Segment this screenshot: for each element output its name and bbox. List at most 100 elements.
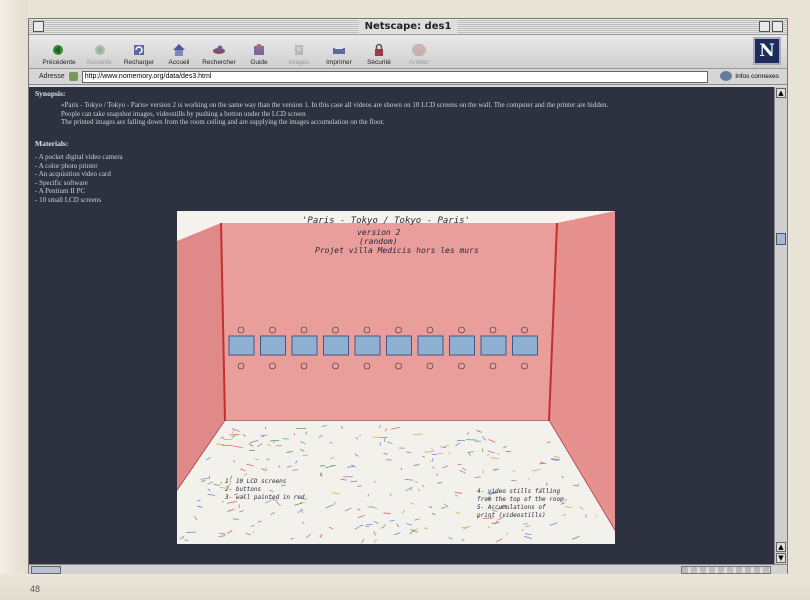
lcd-screen	[417, 335, 444, 356]
synopsis-line: The printed images are falling down from…	[61, 118, 385, 126]
scroll-top-arrow-icon[interactable]: ▲	[776, 88, 786, 98]
search-icon	[213, 45, 225, 54]
back-arrow-icon	[53, 45, 63, 55]
reload-button[interactable]: Recharger	[119, 43, 159, 68]
window-title: Netscape: des1	[358, 20, 458, 33]
navigation-toolbar: Précédente Suivante Recharger Accueil Re…	[29, 35, 787, 69]
sketch-note: 1- 10 LCD screens	[225, 478, 287, 485]
scroll-up-arrow-icon[interactable]: ▲	[776, 542, 786, 552]
page-margin	[0, 574, 810, 600]
lcd-screen	[386, 335, 412, 356]
sketch-note: 2- buttons	[225, 486, 262, 493]
list-item: - Specific software	[35, 178, 88, 187]
forward-arrow-icon	[95, 45, 105, 55]
guide-label: Guide	[250, 59, 268, 66]
scroll-down-arrow-icon[interactable]: ▼	[776, 553, 786, 563]
images-label: Images	[288, 59, 310, 66]
floor-print-stroke	[539, 462, 547, 465]
floor-print-stroke	[585, 514, 587, 518]
netscape-logo[interactable]: N	[753, 37, 781, 65]
sketch-subtitle: Projet villa Medicis hors les murs	[315, 246, 479, 255]
materials-list: - A pocket digital video camera - A colo…	[35, 153, 123, 205]
list-item: - 10 small LCD screens	[35, 195, 102, 204]
component-bar[interactable]	[681, 566, 771, 574]
lcd-screen	[354, 335, 381, 356]
sketch-subtitle: (random)	[359, 237, 398, 246]
list-item: - An acquisition video card	[35, 170, 111, 179]
sketch-note: print (videostills)	[477, 512, 546, 519]
floor-print-stroke	[365, 525, 370, 528]
home-button[interactable]: Accueil	[159, 43, 199, 68]
materials-heading: Materials:	[35, 139, 69, 148]
sketch-title: 'Paris - Tokyo / Tokyo - Paris'	[302, 216, 470, 226]
vertical-scrollbar[interactable]: ▲ ▲ ▼	[774, 87, 787, 564]
related-info-icon	[720, 71, 733, 81]
stop-button[interactable]: Arrêter	[399, 43, 439, 68]
stop-label: Arrêter	[409, 59, 429, 66]
printer-icon	[333, 45, 345, 54]
home-icon	[173, 44, 185, 56]
page-edge	[0, 0, 28, 600]
zoom-box[interactable]	[759, 21, 770, 32]
url-field[interactable]: http://www.nomemory.org/data/des3.html	[81, 70, 708, 83]
forward-label: Suivante	[86, 59, 112, 66]
page-number: 48	[30, 584, 41, 594]
installation-sketch-image: 'Paris - Tokyo / Tokyo - Paris' version …	[177, 211, 615, 544]
list-item: - A Pentium II PC	[35, 187, 86, 196]
floor-print-stroke	[437, 482, 443, 484]
sketch-note: 3- wall painted in red	[224, 494, 305, 501]
floor-print-stroke	[412, 433, 423, 435]
floor-print-stroke	[474, 476, 481, 478]
scroll-thumb[interactable]	[776, 233, 786, 245]
guide-icon	[254, 44, 264, 55]
floor-print-stroke	[232, 518, 239, 520]
browser-window: Netscape: des1 Précédente Suivante Recha…	[28, 18, 788, 575]
sketch-note: from the top of the room	[477, 496, 564, 503]
lcd-screen	[291, 335, 318, 356]
sketch-subtitle: version 2	[357, 228, 401, 237]
floor-print-stroke	[319, 465, 325, 467]
search-button[interactable]: Rechercher	[199, 43, 239, 68]
back-label: Précédente	[42, 59, 76, 66]
list-item: - A color photo printer	[35, 161, 98, 170]
close-box[interactable]	[33, 21, 44, 32]
sketch-note: 4- video stills falling	[477, 488, 560, 495]
print-button[interactable]: Imprimer	[319, 43, 359, 68]
images-icon	[295, 45, 303, 55]
lcd-screen	[512, 335, 538, 356]
synopsis-heading: Synopsis:	[35, 89, 66, 98]
lcd-screen	[323, 335, 349, 356]
address-bar: Adresse http://www.nomemory.org/data/des…	[29, 69, 787, 85]
security-label: Sécurité	[367, 59, 391, 66]
floor-print-stroke	[350, 480, 358, 483]
list-item: - A pocket digital video camera	[35, 153, 123, 161]
page-content: Synopsis: «Paris - Tokyo / Tokyo - Paris…	[29, 87, 774, 564]
lcd-screen	[228, 335, 255, 356]
synopsis-line: «Paris - Tokyo / Tokyo - Paris» version …	[61, 101, 609, 109]
address-label: Adresse	[39, 73, 65, 80]
stop-icon	[412, 44, 426, 56]
related-info-button[interactable]: Infos connexes	[720, 71, 779, 81]
page-proxy-icon[interactable]	[68, 72, 78, 81]
synopsis-text: «Paris - Tokyo / Tokyo - Paris» version …	[61, 101, 761, 127]
images-button[interactable]: Images	[279, 43, 319, 68]
collapse-box[interactable]	[772, 21, 783, 32]
search-label: Rechercher	[202, 59, 236, 66]
synopsis-line: People can take snapshot images, videost…	[61, 109, 306, 118]
home-label: Accueil	[168, 59, 190, 66]
related-info-label: Infos connexes	[735, 72, 779, 80]
forward-button[interactable]: Suivante	[79, 43, 119, 68]
lcd-screen	[449, 335, 475, 356]
back-button[interactable]: Précédente	[39, 43, 79, 68]
lcd-screen	[480, 335, 507, 356]
sketch-note: 5- Accumulations of	[477, 504, 546, 511]
print-label: Imprimer	[326, 59, 352, 66]
security-status-icon[interactable]	[31, 566, 61, 574]
title-bar[interactable]: Netscape: des1	[29, 19, 787, 35]
lock-icon	[375, 43, 383, 56]
security-button[interactable]: Sécurité	[359, 43, 399, 68]
reload-icon	[134, 45, 144, 55]
guide-button[interactable]: Guide	[239, 43, 279, 68]
lcd-screen	[260, 335, 286, 356]
floor-print-stroke	[577, 483, 579, 486]
